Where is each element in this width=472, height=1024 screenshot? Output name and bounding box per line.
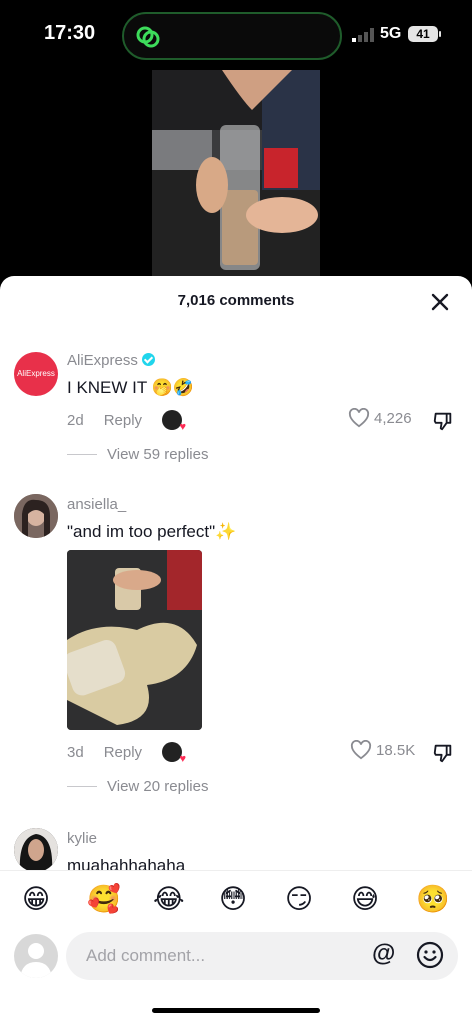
avatar-image (14, 494, 58, 538)
view-replies-button[interactable]: View 59 replies (67, 446, 208, 463)
comment-meta: 2d Reply (67, 410, 186, 433)
emoji-joy[interactable]: 😂 (153, 885, 185, 915)
avatar[interactable] (14, 494, 58, 538)
like-count: 4,226 (374, 410, 412, 427)
close-icon[interactable] (428, 290, 452, 314)
network-label: 5G (380, 25, 402, 42)
comment-text: "and im too perfect"✨ (67, 522, 237, 541)
heart-icon (350, 739, 372, 760)
reply-button[interactable]: Reply (104, 744, 142, 761)
default-avatar-icon (20, 943, 52, 978)
emoji-grin[interactable]: 😁 (22, 885, 50, 915)
creator-liked-icon (162, 742, 186, 765)
heart-icon (348, 407, 370, 428)
verified-icon (141, 353, 155, 366)
status-bar: 17:30 5G 41 (0, 0, 472, 70)
emoji-smiling-hearts[interactable]: 🥰 (87, 885, 121, 915)
emoji-quick-bar: 😁 🥰 😂 😳 😏 😅 🥺 (0, 870, 472, 928)
creator-liked-icon (162, 410, 186, 433)
comment-username[interactable]: AliExpress (67, 352, 155, 369)
like-count: 18.5K (376, 742, 416, 759)
link-icon (136, 26, 160, 48)
battery-indicator: 41 (408, 26, 438, 42)
home-indicator (152, 1008, 320, 1013)
comment-attachment-image[interactable] (67, 550, 202, 730)
status-time: 17:30 (44, 22, 96, 44)
dislike-icon[interactable] (432, 410, 454, 432)
comment-text: I KNEW IT 🤭🤣 (67, 378, 195, 397)
avatar[interactable] (14, 828, 58, 872)
add-comment-input[interactable] (66, 932, 458, 980)
emoji-smirk[interactable]: 😏 (285, 885, 313, 915)
emoji-pleading[interactable]: 🥺 (416, 885, 450, 915)
emoji-sweat-smile[interactable]: 😅 (351, 885, 379, 915)
user-avatar[interactable] (14, 934, 58, 978)
dynamic-island[interactable] (122, 12, 342, 60)
view-replies-button[interactable]: View 20 replies (67, 778, 208, 795)
reply-button[interactable]: Reply (104, 412, 142, 429)
avatar-image (14, 828, 58, 872)
battery-cap (439, 31, 441, 37)
comment-meta: 3d Reply (67, 742, 186, 765)
video-preview[interactable] (152, 70, 320, 280)
attachment-spill-image (67, 550, 202, 730)
mention-icon[interactable]: @ (372, 940, 395, 968)
comment-username[interactable]: ansiella_ (67, 496, 126, 513)
signal-icon (352, 28, 374, 42)
divider-line (67, 454, 97, 455)
comment-age: 2d (67, 412, 84, 429)
video-frame-image (152, 70, 320, 280)
emoji-picker-icon[interactable] (416, 941, 444, 969)
view-replies-text: View 20 replies (107, 778, 209, 795)
dislike-icon[interactable] (432, 742, 454, 764)
view-replies-text: View 59 replies (107, 446, 209, 463)
avatar-logo-text: AliExpress (17, 369, 55, 378)
comments-count-title: 7,016 comments (177, 292, 295, 309)
avatar[interactable]: AliExpress (14, 352, 58, 396)
comment-username[interactable]: kylie (67, 830, 97, 847)
username-text: AliExpress (67, 352, 138, 369)
like-button[interactable]: 18.5K (350, 739, 416, 760)
divider-line (67, 786, 97, 787)
comment-age: 3d (67, 744, 84, 761)
emoji-flushed[interactable]: 😳 (219, 885, 247, 915)
like-button[interactable]: 4,226 (348, 407, 412, 428)
